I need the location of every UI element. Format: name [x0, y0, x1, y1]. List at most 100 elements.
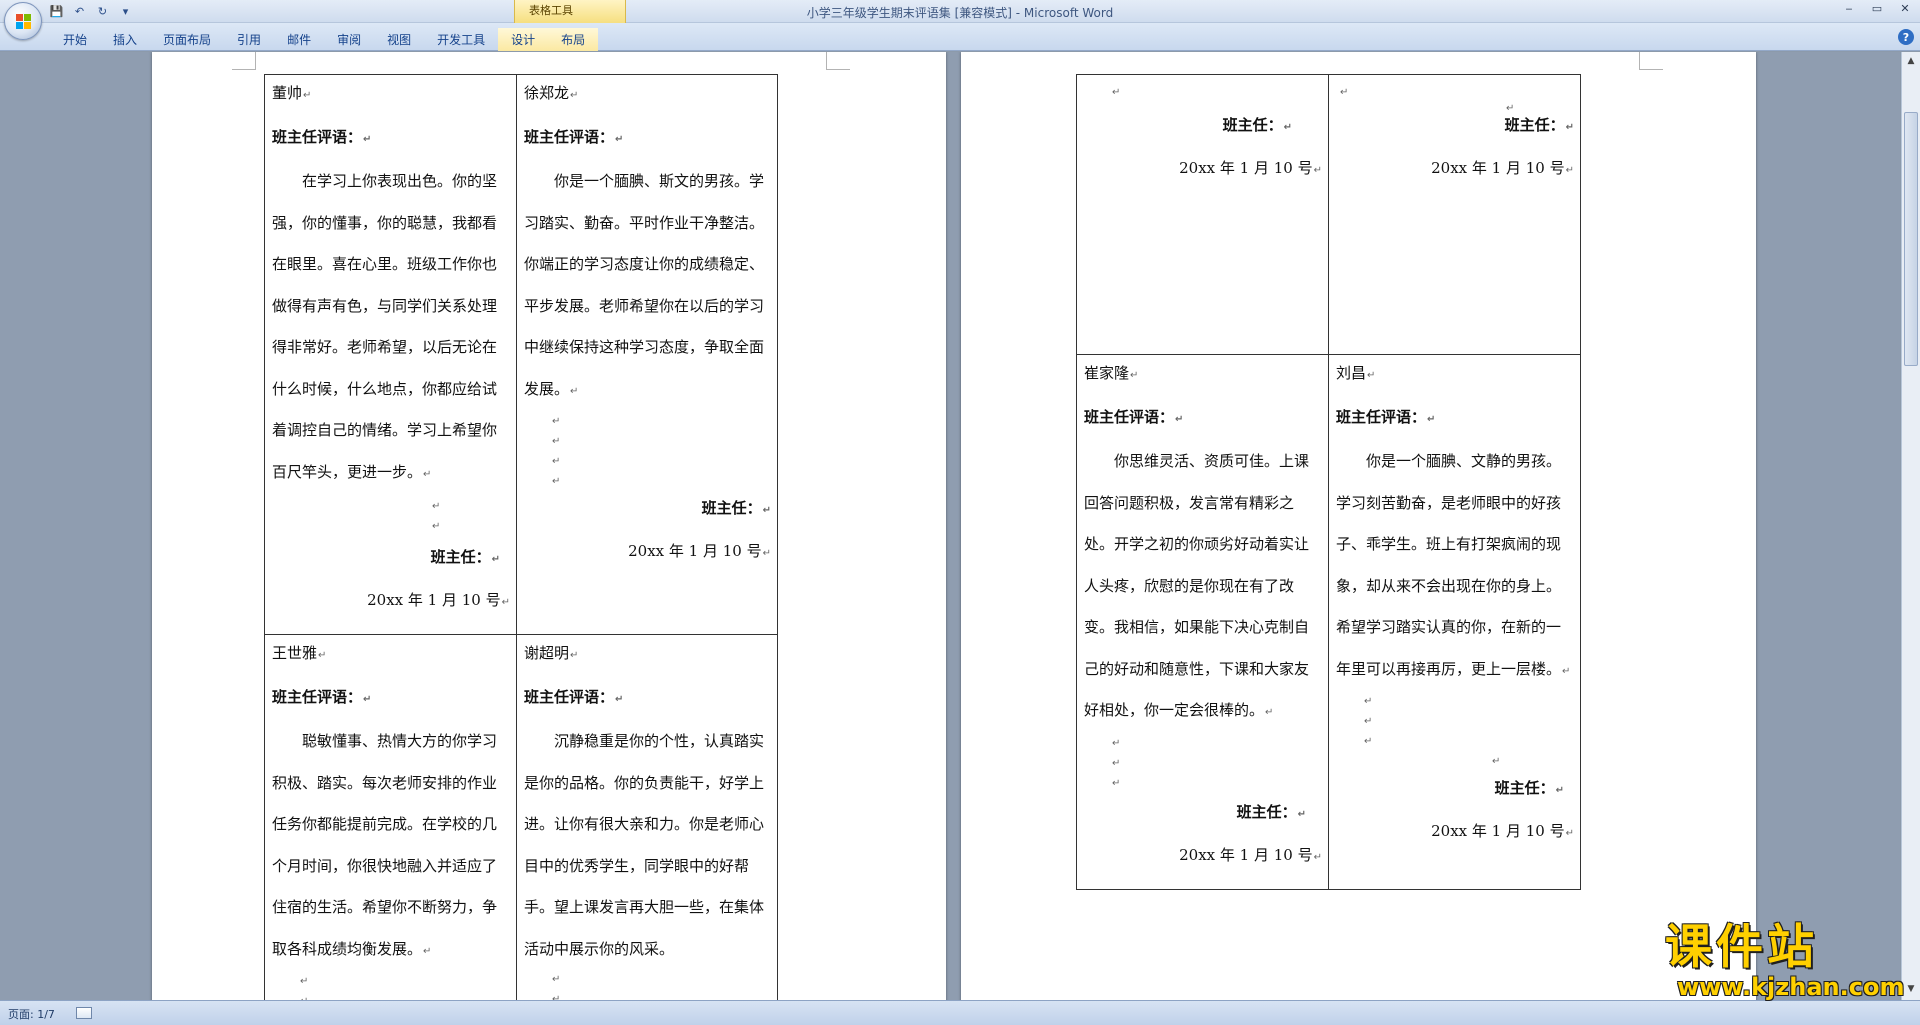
margin-mark: [826, 52, 850, 70]
table-row: 王世雅 ↵ 班主任评语： ↵ 聪敏懂事、热情大方的你学习积极、踏实。每次老师安排的作…: [264, 634, 778, 1000]
comments-table-left[interactable]: 董帅↵ 班主任评语：↵ 在学习上你表现出色。你的坚强，你的懂事，你的聪慧，我都看…: [264, 74, 778, 1000]
scroll-down-icon[interactable]: ▼: [1904, 982, 1918, 996]
empty-paragraph: ↵: [552, 436, 561, 447]
empty-paragraph: ↵: [1506, 103, 1515, 114]
table-row: 董帅↵ 班主任评语：↵ 在学习上你表现出色。你的坚强，你的懂事，你的聪慧，我都看…: [264, 74, 778, 635]
empty-paragraph: ↵: [1112, 757, 1121, 769]
empty-paragraph: ↵: [272, 992, 510, 1000]
date-text: 20xx 年 1 月 10 号: [367, 591, 501, 609]
table-cell[interactable]: ↵ 班主任：↵ 20xx 年 1 月 10 号↵: [1076, 74, 1329, 355]
macro-record-icon[interactable]: [76, 1007, 92, 1019]
document-workspace: 董帅↵ 班主任评语：↵ 在学习上你表现出色。你的坚强，你的懂事，你的聪慧，我都看…: [0, 52, 1900, 1000]
comments-table-right[interactable]: ↵ 班主任： ↵ 20xx 年 1 月 10 号 ↵ ↵ ↵ 班主任： ↵ 20xx …: [1076, 74, 1581, 890]
student-name: 董帅: [272, 84, 303, 102]
student-name: 崔家隆: [1084, 364, 1130, 382]
window-title: 小学三年级学生期末评语集 [兼容模式] - Microsoft Word: [806, 6, 1114, 20]
comment-label: 班主任评语：: [524, 128, 615, 146]
margin-mark: [1639, 52, 1663, 70]
comment-text: 在学习上你表现出色。你的坚强，你的懂事，你的聪慧，我都看在眼里。喜在心里。班级工…: [272, 172, 498, 481]
restore-button[interactable]: ▭: [1868, 1, 1886, 16]
comment-label: 班主任评语：: [272, 688, 363, 706]
student-name: 徐郑龙: [524, 84, 570, 102]
empty-paragraph: ↵: [552, 456, 561, 467]
vertical-scrollbar[interactable]: ▲ ▼: [1901, 52, 1920, 1000]
date-text: 20xx 年 1 月 10 号: [1179, 159, 1313, 177]
ribbon: 开始 插入 页面布局 引用 邮件 审阅 视图 开发工具 设计 布局 ?: [0, 23, 1920, 51]
table-cell[interactable]: 徐郑龙 ↵ 班主任评语： ↵ 你是一个腼腆、斯文的男孩。学习踏实、勤奋。平时作业干净…: [516, 74, 778, 635]
student-name: 王世雅: [272, 644, 318, 662]
comment-text: 你思维灵活、资质可佳。上课回答问题积极，发言常有精彩之处。开学之初的你顽劣好动着…: [1084, 452, 1310, 719]
watermark-logo: 课件站 www.kjzhan.com: [1665, 922, 1905, 1002]
empty-paragraph: ↵: [1364, 696, 1373, 707]
empty-paragraph: ↵: [432, 501, 441, 512]
page-count[interactable]: 页面: 1/7: [8, 1006, 55, 1022]
help-icon[interactable]: ?: [1898, 29, 1914, 45]
title-bar: 💾 ↶ ↻ ▾ 表格工具 小学三年级学生期末评语集 [兼容模式] - Micro…: [0, 0, 1920, 23]
empty-paragraph: ↵: [1112, 737, 1121, 749]
page-left: 董帅↵ 班主任评语：↵ 在学习上你表现出色。你的坚强，你的懂事，你的聪慧，我都看…: [152, 52, 946, 1000]
minimize-button[interactable]: ‒: [1840, 1, 1858, 16]
comment-label: 班主任评语：: [1084, 408, 1175, 426]
table-cell[interactable]: ↵ ↵ 班主任：↵ 20xx 年 1 月 10 号↵: [1328, 74, 1581, 355]
empty-paragraph: ↵: [552, 974, 561, 985]
ribbon-tabs: 开始 插入 页面布局 引用 邮件 审阅 视图 开发工具 设计 布局: [50, 28, 599, 51]
tab-mailings[interactable]: 邮件: [274, 28, 324, 51]
empty-paragraph: ↵: [1112, 87, 1121, 98]
date-text: 20xx 年 1 月 10 号: [1431, 159, 1565, 177]
empty-paragraph: ↵: [1492, 756, 1501, 767]
tab-developer[interactable]: 开发工具: [424, 28, 498, 51]
scroll-thumb[interactable]: [1904, 112, 1918, 366]
tab-table-design[interactable]: 设计: [498, 28, 549, 51]
signature-label: 班主任：: [1504, 116, 1565, 134]
student-name: 谢超明: [524, 644, 570, 662]
date-text: 20xx 年 1 月 10 号: [1431, 822, 1565, 840]
empty-paragraph: ↵: [1364, 716, 1373, 727]
empty-paragraph: ↵: [552, 994, 561, 1000]
signature-label: 班主任：: [1222, 116, 1283, 134]
comment-text: 你是一个腼腆、斯文的男孩。学习踏实、勤奋。平时作业干净整洁。你端正的学习态度让你…: [524, 172, 765, 398]
watermark-text: 课件站: [1665, 920, 1818, 975]
office-logo-icon: [16, 14, 32, 30]
comment-label: 班主任评语：: [524, 688, 615, 706]
scroll-up-icon[interactable]: ▲: [1904, 54, 1918, 68]
table-row: 崔家隆 ↵ 班主任评语： ↵ 你思维灵活、资质可佳。上课回答问题积极，发言常有精彩之…: [1076, 354, 1581, 890]
table-cell[interactable]: 董帅↵ 班主任评语：↵ 在学习上你表现出色。你的坚强，你的懂事，你的聪慧，我都看…: [264, 74, 517, 635]
student-name: 刘昌: [1336, 364, 1367, 382]
margin-mark: [232, 52, 256, 70]
empty-paragraph: ↵: [1364, 736, 1373, 747]
tab-page-layout[interactable]: 页面布局: [150, 28, 224, 51]
table-row: ↵ 班主任：↵ 20xx 年 1 月 10 号↵ ↵ ↵ 班主任：↵ 20xx …: [1076, 74, 1581, 355]
signature-label: 班主任：: [1494, 779, 1555, 797]
comment-text: 沉静稳重是你的个性，认真踏实是你的品格。你的负责能干，好学上进。让你有很大亲和力…: [524, 732, 765, 958]
date-text: 20xx 年 1 月 10 号: [628, 542, 762, 560]
empty-paragraph: ↵: [300, 976, 309, 987]
comment-text: 你是一个腼腆、文静的男孩。学习刻苦勤奋，是老师眼中的好孩子、乖学生。班上有打架疯…: [1336, 452, 1562, 678]
empty-paragraph: ↵: [552, 476, 561, 487]
tab-references[interactable]: 引用: [224, 28, 274, 51]
watermark-url: www.kjzhan.com: [1677, 973, 1905, 1001]
page-right: ↵ 班主任： ↵ 20xx 年 1 月 10 号 ↵ ↵ ↵ 班主任： ↵ 20xx …: [961, 52, 1756, 1000]
signature-label: 班主任：: [1236, 802, 1297, 821]
tab-review[interactable]: 审阅: [324, 28, 374, 51]
date-text: 20xx 年 1 月 10 号: [1179, 845, 1313, 864]
empty-paragraph: ↵: [552, 416, 561, 427]
tab-view[interactable]: 视图: [374, 28, 424, 51]
tab-insert[interactable]: 插入: [100, 28, 150, 51]
comment-text: 聪敏懂事、热情大方的你学习积极、踏实。每次老师安排的作业任务你都能提前完成。在学…: [272, 732, 498, 958]
tab-home[interactable]: 开始: [50, 28, 100, 51]
table-cell[interactable]: 崔家隆 ↵ 班主任评语： ↵ 你思维灵活、资质可佳。上课回答问题积极，发言常有精彩之…: [1076, 354, 1329, 890]
comment-label: 班主任评语：: [1336, 408, 1427, 426]
signature-label: 班主任：: [430, 548, 491, 566]
empty-paragraph: ↵: [432, 521, 441, 532]
table-cell[interactable]: 王世雅 ↵ 班主任评语： ↵ 聪敏懂事、热情大方的你学习积极、踏实。每次老师安排的作…: [264, 634, 517, 1000]
empty-paragraph: ↵: [1340, 87, 1349, 98]
office-button[interactable]: [4, 2, 42, 40]
tab-table-layout[interactable]: 布局: [548, 28, 599, 51]
paragraph-mark: ↵: [303, 90, 312, 101]
close-button[interactable]: ✕: [1896, 1, 1914, 16]
table-cell[interactable]: 刘昌 ↵ 班主任评语： ↵ 你是一个腼腆、文静的男孩。学习刻苦勤奋，是老师眼中的好孩…: [1328, 354, 1581, 890]
window-controls: ‒ ▭ ✕: [1840, 1, 1914, 16]
empty-paragraph: ↵: [1112, 777, 1121, 789]
table-cell[interactable]: 谢超明 ↵ 班主任评语： ↵ 沉静稳重是你的个性，认真踏实是你的品格。你的负责能干，…: [516, 634, 778, 1000]
status-bar: 页面: 1/7: [0, 1000, 1920, 1025]
